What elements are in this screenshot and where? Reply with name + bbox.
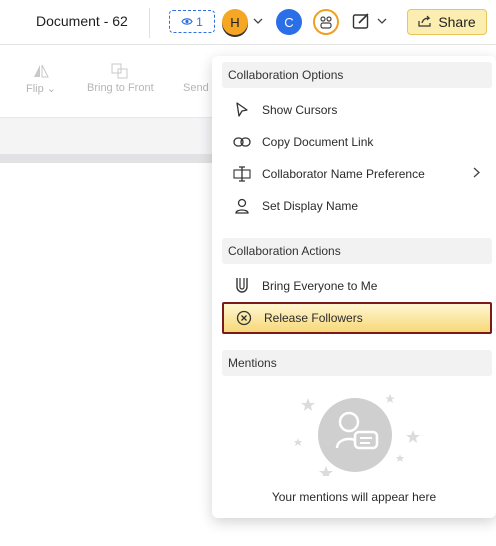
- flip-label: Flip ⌄: [26, 83, 57, 95]
- menu-item-label: Bring Everyone to Me: [262, 279, 378, 293]
- eye-icon: [181, 15, 193, 29]
- mentions-illustration-icon: [294, 394, 420, 479]
- viewers-badge[interactable]: 1: [169, 10, 215, 33]
- menu-item-copy-link[interactable]: Copy Document Link: [222, 127, 492, 157]
- bring-to-front-button[interactable]: Bring to Front: [87, 60, 154, 94]
- flip-icon: [33, 60, 49, 82]
- section-header: Collaboration Actions: [222, 238, 492, 264]
- edit-icon[interactable]: [352, 12, 372, 35]
- avatar[interactable]: H: [222, 9, 248, 35]
- magnet-icon: [222, 277, 262, 295]
- menu-item-label: Set Display Name: [262, 199, 359, 213]
- chevron-right-icon: [473, 167, 480, 181]
- text-cursor-icon: [222, 166, 262, 182]
- mentions-empty-illustration: [212, 386, 496, 481]
- chevron-down-icon[interactable]: [377, 16, 387, 27]
- section-header: Mentions: [222, 350, 492, 376]
- cursor-icon: [222, 102, 262, 118]
- bring-to-front-icon: [110, 60, 130, 82]
- chevron-down-icon[interactable]: [253, 16, 263, 27]
- avatar[interactable]: C: [276, 9, 302, 35]
- share-button[interactable]: Share: [407, 9, 487, 35]
- link-icon: [222, 137, 262, 147]
- menu-item-display-name[interactable]: Set Display Name: [222, 191, 492, 221]
- top-bar: Document - 62 1 H C Share: [0, 0, 496, 45]
- person-icon: [222, 198, 262, 214]
- document-title[interactable]: Document - 62: [36, 13, 128, 29]
- send-button[interactable]: Send: [183, 60, 209, 94]
- viewer-count: 1: [196, 14, 203, 29]
- share-label: Share: [438, 14, 476, 30]
- send-label: Send: [183, 82, 209, 94]
- menu-item-name-preference[interactable]: Collaborator Name Preference: [222, 159, 492, 189]
- menu-item-label: Release Followers: [264, 311, 363, 325]
- menu-item-release-followers[interactable]: Release Followers: [222, 302, 492, 334]
- close-circle-icon: [224, 310, 264, 326]
- collaborators-icon[interactable]: [313, 9, 339, 35]
- menu-item-label: Show Cursors: [262, 103, 338, 117]
- section-header: Collaboration Options: [222, 62, 492, 88]
- menu-item-label: Copy Document Link: [262, 135, 374, 149]
- bring-to-front-label: Bring to Front: [87, 82, 154, 94]
- menu-item-show-cursors[interactable]: Show Cursors: [222, 95, 492, 125]
- share-icon: [418, 14, 432, 30]
- menu-item-label: Collaborator Name Preference: [262, 167, 425, 181]
- menu-item-bring-everyone[interactable]: Bring Everyone to Me: [222, 271, 492, 301]
- collaboration-menu: Collaboration Options Show Cursors Copy …: [212, 56, 496, 518]
- divider: [149, 8, 150, 38]
- mentions-empty-message: Your mentions will appear here: [271, 490, 437, 504]
- flip-button[interactable]: Flip ⌄: [26, 60, 56, 95]
